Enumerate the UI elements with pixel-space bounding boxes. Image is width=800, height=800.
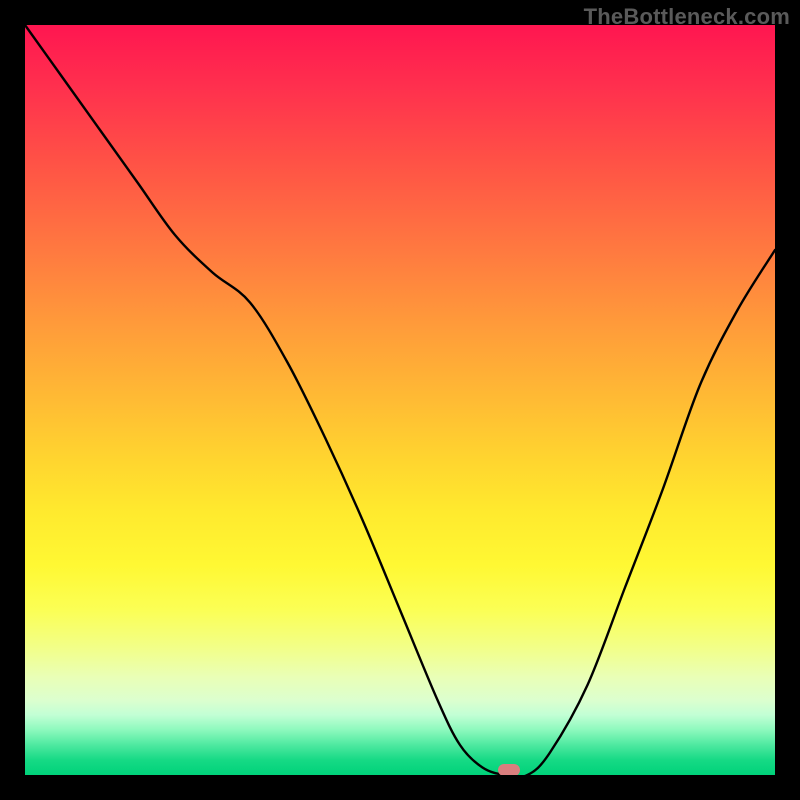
optimal-point-marker <box>498 764 520 775</box>
watermark-text: TheBottleneck.com <box>584 4 790 30</box>
chart-stage: TheBottleneck.com <box>0 0 800 800</box>
plot-area <box>25 25 775 775</box>
bottleneck-curve <box>25 25 775 775</box>
